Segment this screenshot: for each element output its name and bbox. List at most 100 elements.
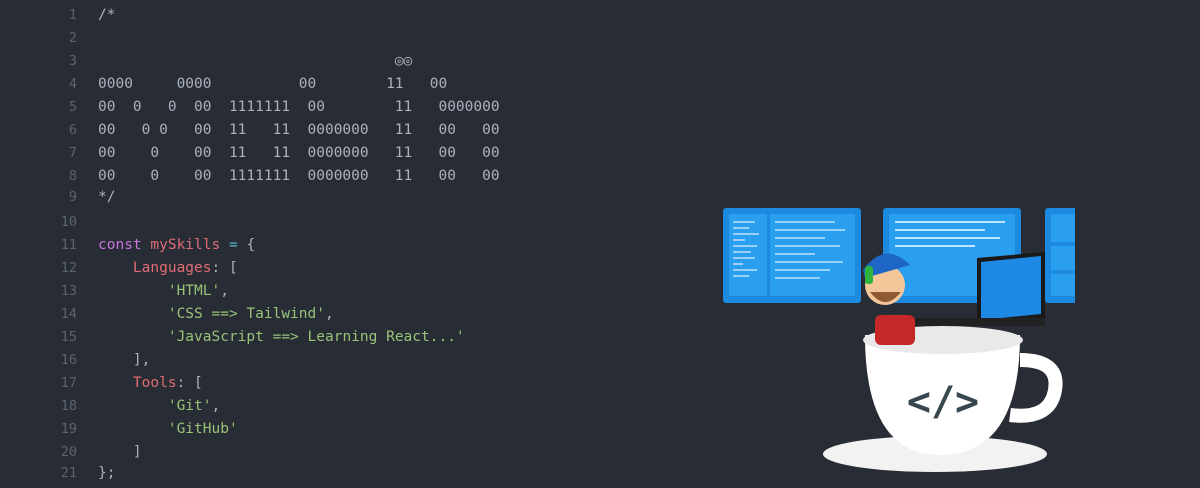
code-token: const (98, 237, 151, 253)
code-line: 13 'HTML', (0, 280, 229, 302)
line-number: 10 (60, 214, 77, 230)
code-token: Languages (132, 260, 212, 276)
code-token: : [ (176, 375, 203, 391)
code-editor[interactable]: 1 /* 2 3 ◎◎ 4 0000 0000 00 11 00 5 00 0 0 00 11… (0, 0, 700, 488)
line-number: 3 (68, 53, 77, 69)
code-token: Tools (132, 375, 177, 391)
code-line: 1 /* (0, 4, 116, 26)
code-line: 19 'GitHub' (0, 418, 238, 440)
code-token: 00 0 0 00 11 11 0000000 11 00 00 (98, 122, 500, 138)
line-number: 21 (60, 465, 77, 481)
line-number: 1 (68, 7, 77, 23)
code-line: 8 00 0 00 1111111 0000000 11 00 00 (0, 165, 500, 187)
code-content: 00 0 0 00 1111111 00 11 0000000 (98, 99, 500, 115)
code-token: { (246, 237, 256, 253)
code-line: 12 Languages: [ (0, 257, 238, 279)
code-line: 17 Tools: [ (0, 372, 203, 394)
code-line: 15 'JavaScript ==> Learning React...' (0, 326, 465, 348)
code-line: 3 ◎◎ (0, 50, 412, 72)
line-number: 15 (60, 329, 77, 345)
code-token: , (220, 283, 229, 299)
code-line: 21}; (0, 462, 116, 484)
code-content: 'JavaScript ==> Learning React...' (98, 329, 465, 345)
code-content: ] (98, 444, 142, 460)
code-token: : [ (211, 260, 238, 276)
code-line: 6 00 0 0 00 11 11 0000000 11 00 00 (0, 119, 500, 141)
line-number: 7 (68, 145, 77, 161)
code-content: /* (98, 7, 115, 23)
line-number: 16 (60, 352, 77, 368)
line-number: 8 (68, 168, 77, 184)
code-content: const mySkills = { (98, 237, 255, 253)
code-token: 'HTML' (167, 283, 221, 299)
code-line: 11 const mySkills = { (0, 234, 255, 256)
line-number: 4 (68, 76, 77, 92)
code-content: 'Git', (98, 398, 220, 414)
line-number: 9 (68, 189, 77, 205)
code-token: ] (98, 444, 142, 460)
line-number: 11 (60, 237, 77, 253)
line-number: 14 (60, 306, 77, 322)
code-panel-left (723, 208, 861, 303)
code-token: }; (98, 465, 116, 481)
code-content: ], (98, 352, 150, 368)
line-number: 5 (68, 99, 77, 115)
code-token: 'CSS ==> Tailwind' (167, 306, 325, 322)
line-number: 18 (60, 398, 77, 414)
line-number: 12 (60, 260, 77, 276)
code-token: 00 0 0 00 1111111 00 11 0000000 (98, 99, 500, 115)
line-number: 13 (60, 283, 77, 299)
code-content: 00 0 0 00 11 11 0000000 11 00 00 (98, 122, 500, 138)
code-content: 'CSS ==> Tailwind', (98, 306, 334, 322)
code-token: /* (98, 7, 116, 23)
code-line: 5 00 0 0 00 1111111 00 11 0000000 (0, 96, 500, 118)
code-token: 'Git' (167, 398, 212, 414)
code-token: ◎◎ (98, 53, 413, 69)
line-number: 19 (60, 421, 77, 437)
code-line: 18 'Git', (0, 395, 221, 417)
code-line: 10 (0, 211, 98, 233)
code-line: 2 (0, 27, 98, 49)
code-symbol-icon: </> (907, 379, 979, 425)
code-content: Languages: [ (98, 260, 238, 276)
code-line: 20 ] (0, 441, 142, 463)
framework-panel-right (1045, 208, 1075, 303)
line-number: 6 (68, 122, 77, 138)
code-token: 'JavaScript ==> Learning React...' (167, 329, 465, 345)
code-content: ◎◎ (98, 53, 412, 69)
code-token: mySkills (150, 237, 221, 253)
code-token: 'GitHub' (167, 421, 238, 437)
code-content: 00 0 00 11 11 0000000 11 00 00 (98, 145, 500, 161)
developer-coffee-illustration: </> (723, 208, 1075, 472)
code-content: */ (98, 189, 115, 205)
code-content: Tools: [ (98, 375, 203, 391)
code-token: , (211, 398, 221, 414)
code-token: 0000 0000 00 11 00 (98, 76, 448, 92)
code-content: 0000 0000 00 11 00 (98, 76, 447, 92)
code-token: */ (98, 189, 116, 205)
code-token: , (324, 306, 334, 322)
code-content: 00 0 00 1111111 0000000 11 00 00 (98, 168, 500, 184)
code-content: 'HTML', (98, 283, 229, 299)
code-token: = (220, 237, 247, 253)
code-content: }; (98, 465, 115, 481)
code-line: 4 0000 0000 00 11 00 (0, 73, 447, 95)
code-line: 9 */ (0, 186, 116, 208)
line-number: 20 (60, 444, 77, 460)
line-number: 17 (60, 375, 77, 391)
code-line: 7 00 0 00 11 11 0000000 11 00 00 (0, 142, 500, 164)
code-token: 00 0 00 11 11 0000000 11 00 00 (98, 145, 500, 161)
code-content: 'GitHub' (98, 421, 238, 437)
line-number: 2 (68, 30, 77, 46)
coffee-mug: </> (823, 326, 1063, 472)
code-token: ], (98, 352, 151, 368)
code-token: 00 0 00 1111111 0000000 11 00 00 (98, 168, 500, 184)
code-line: 16 ], (0, 349, 151, 371)
